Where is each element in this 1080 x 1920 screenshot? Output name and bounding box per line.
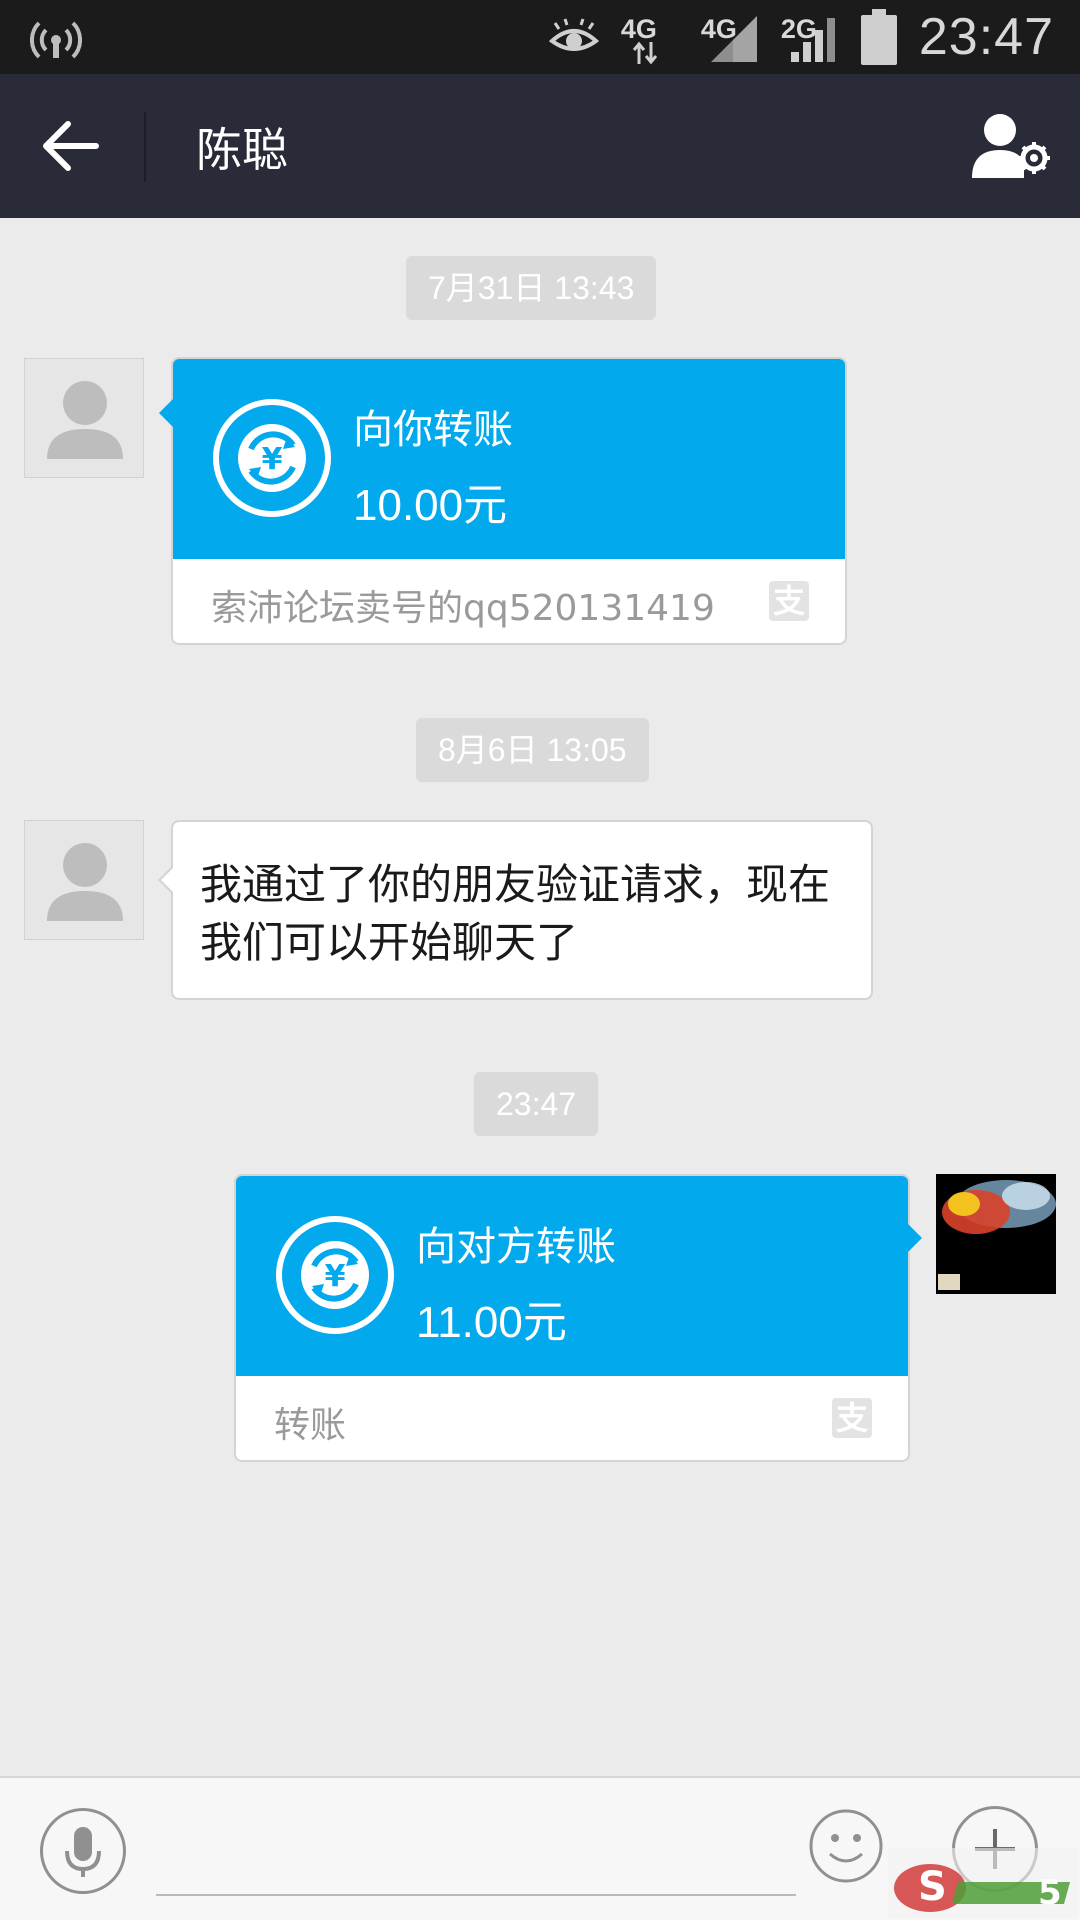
transfer-card-footer: 索沛论坛卖号的qq520131419 支 bbox=[173, 559, 845, 645]
transfer-amount: 11.00元 bbox=[416, 1298, 567, 1347]
status-time: 23:47 bbox=[918, 8, 1054, 66]
microphone-icon bbox=[65, 1827, 101, 1877]
transfer-yuan-icon: ¥ bbox=[213, 399, 331, 517]
battery-icon bbox=[860, 9, 897, 65]
wifi-hotspot-icon bbox=[30, 21, 82, 59]
svg-text:¥: ¥ bbox=[325, 1259, 346, 1294]
svg-text:5: 5 bbox=[1038, 1873, 1062, 1913]
transfer-card-sent[interactable]: ¥ 向对方转账 11.00元 转账 支 bbox=[234, 1174, 922, 1462]
voice-button[interactable] bbox=[40, 1808, 126, 1894]
transfer-title: 向你转账 bbox=[353, 407, 513, 453]
network-2g-indicator: 2G bbox=[781, 8, 839, 66]
avatar-image-icon bbox=[936, 1174, 1056, 1294]
data-arrows-icon bbox=[632, 41, 658, 65]
eye-icon bbox=[548, 18, 599, 51]
transfer-yuan-icon: ¥ bbox=[276, 1216, 394, 1334]
signal-icon bbox=[710, 16, 757, 62]
transfer-card-header: ¥ 向你转账 10.00元 bbox=[173, 359, 845, 559]
header-divider bbox=[144, 112, 146, 182]
default-user-icon bbox=[47, 843, 123, 921]
transfer-amount: 10.00元 bbox=[353, 481, 508, 530]
timestamp: 23:47 bbox=[474, 1072, 599, 1136]
alipay-icon: 支 bbox=[769, 581, 809, 621]
bubble-tail-fill bbox=[161, 867, 174, 893]
avatar[interactable] bbox=[24, 820, 144, 940]
transfer-card-header: ¥ 向对方转账 11.00元 bbox=[236, 1176, 908, 1376]
text-message-bubble[interactable]: 我通过了你的朋友验证请求，现在我们可以开始聊天了 bbox=[158, 820, 873, 1000]
transfer-card-footer: 转账 支 bbox=[236, 1376, 908, 1462]
message-text: 我通过了你的朋友验证请求，现在我们可以开始聊天了 bbox=[200, 860, 831, 967]
network-4g-indicator-2: 4G bbox=[701, 8, 759, 66]
transfer-note: 索沛论坛卖号的qq520131419 bbox=[211, 588, 715, 629]
transfer-card-received[interactable]: ¥ 向你转账 10.00元 索沛论坛卖号的qq520131419 支 bbox=[159, 357, 847, 645]
contact-settings-icon[interactable] bbox=[970, 110, 1050, 182]
chat-title: 陈聪 bbox=[196, 123, 288, 177]
svg-text:S: S bbox=[918, 1864, 947, 1910]
svg-text:¥: ¥ bbox=[262, 442, 283, 477]
emoji-icon[interactable] bbox=[808, 1808, 884, 1884]
chat-header: 陈聪 bbox=[0, 74, 1080, 218]
watermark-logo: S 5 bbox=[888, 1848, 1078, 1918]
network-4g-indicator-1: 4G bbox=[621, 8, 679, 66]
default-user-icon bbox=[47, 381, 123, 459]
transfer-note: 转账 bbox=[274, 1405, 347, 1446]
bubble-tail bbox=[908, 1224, 922, 1252]
alipay-icon: 支 bbox=[832, 1398, 872, 1438]
status-bar: 4G 4G 2G 23:47 bbox=[0, 0, 1080, 74]
avatar[interactable] bbox=[24, 358, 144, 478]
back-arrow-icon[interactable] bbox=[38, 114, 102, 178]
timestamp: 8月6日 13:05 bbox=[416, 718, 649, 782]
transfer-title: 向对方转账 bbox=[416, 1224, 616, 1270]
timestamp: 7月31日 13:43 bbox=[406, 256, 657, 320]
message-input[interactable] bbox=[156, 1818, 796, 1896]
signal-bars-icon bbox=[790, 18, 835, 62]
bubble-tail bbox=[159, 399, 173, 427]
my-avatar[interactable] bbox=[936, 1174, 1056, 1294]
